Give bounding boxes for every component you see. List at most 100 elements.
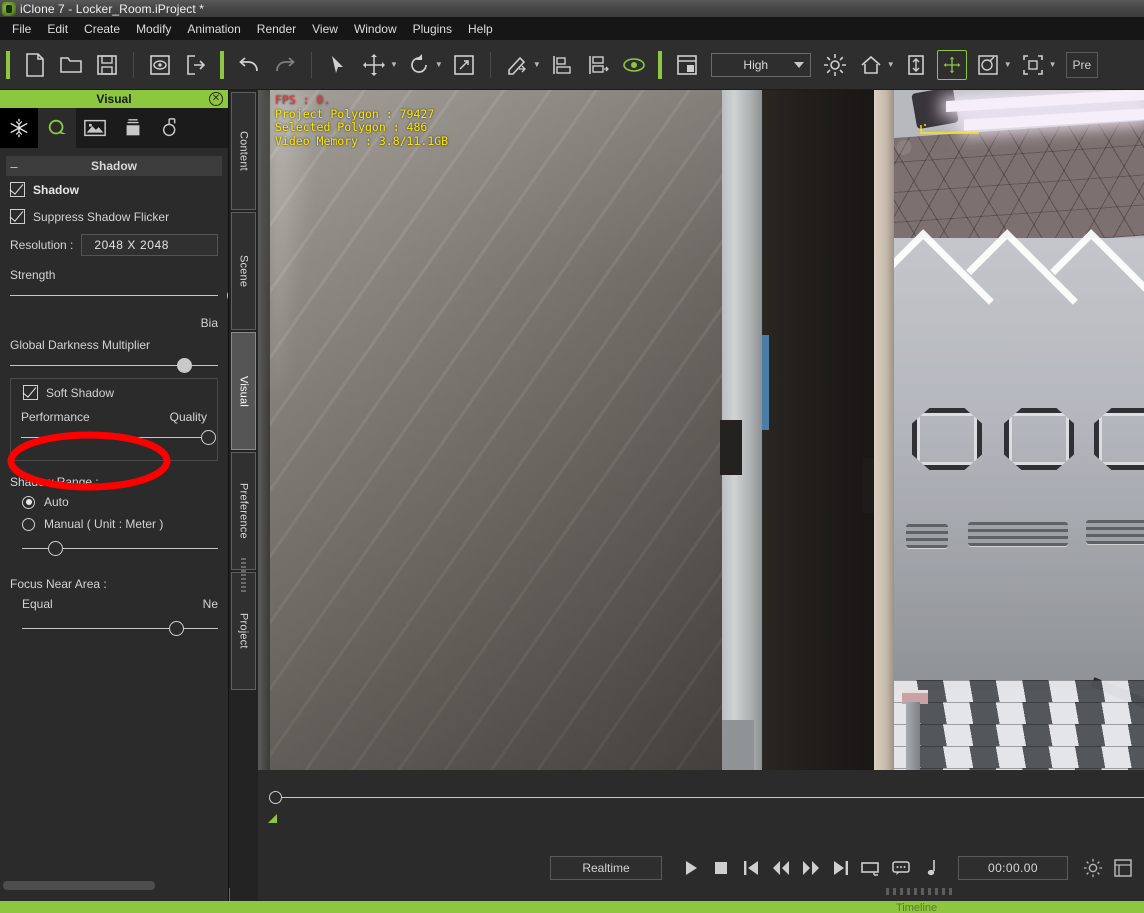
strength-slider[interactable] — [10, 282, 228, 308]
audio-note-button[interactable] — [916, 854, 946, 882]
panel-tab-image[interactable] — [76, 108, 114, 148]
shadow-range-slider[interactable] — [22, 535, 218, 561]
rotate-tool-button[interactable] — [404, 50, 434, 80]
sidebar-tab-scene[interactable]: Scene — [231, 212, 256, 330]
panel-tab-visual[interactable] — [38, 108, 76, 148]
rotate-tool-chevron-down-icon[interactable]: ▼ — [435, 60, 443, 69]
home-view-button[interactable] — [856, 50, 886, 80]
chevron-down-icon[interactable] — [793, 61, 804, 68]
sidebar-tab-content[interactable]: Content — [231, 92, 256, 210]
soft-shadow-row[interactable]: Soft Shadow — [11, 379, 217, 406]
go-to-start-button[interactable] — [736, 854, 766, 882]
shadow-range-auto-row[interactable]: Auto — [0, 491, 228, 513]
panel-resize-grip[interactable] — [241, 558, 246, 592]
timecode-field[interactable]: 00:00.00 — [958, 856, 1068, 880]
scene-light-strip-1 — [946, 90, 1144, 113]
menu-modify[interactable]: Modify — [128, 19, 179, 39]
ground-snap-button[interactable] — [901, 50, 931, 80]
light-sun-button[interactable] — [820, 50, 850, 80]
sidebar-tab-preference[interactable]: Preference — [231, 452, 256, 570]
suppress-shadow-flicker-checkbox[interactable] — [10, 209, 25, 224]
stop-button[interactable] — [706, 854, 736, 882]
paint-brush-button[interactable] — [502, 50, 532, 80]
frame-selection-button[interactable] — [1018, 50, 1048, 80]
shadow-range-auto-radio[interactable] — [22, 495, 35, 509]
menu-help[interactable]: Help — [460, 19, 501, 39]
shadow-range-slider-thumb[interactable] — [48, 541, 63, 556]
suppress-flicker-row[interactable]: Suppress Shadow Flicker — [0, 203, 228, 230]
quality-slider[interactable] — [21, 424, 216, 450]
panel-horizontal-scrollbar[interactable] — [3, 881, 225, 891]
menu-edit[interactable]: Edit — [39, 19, 76, 39]
scene-selection-outline — [920, 124, 979, 134]
preview-label-button[interactable]: Pre — [1065, 51, 1099, 78]
rewind-button[interactable] — [766, 854, 796, 882]
undo-button[interactable] — [234, 50, 264, 80]
resolution-value-field[interactable]: 2048 X 2048 — [81, 234, 218, 256]
visibility-eye-button[interactable] — [619, 50, 649, 80]
select-tool-button[interactable] — [323, 50, 353, 80]
focus-near-area-labels: Equal Ne — [0, 593, 228, 611]
timeline-playhead-thumb[interactable] — [269, 791, 282, 804]
strength-slider-thumb[interactable] — [227, 288, 228, 303]
move-tool-chevron-down-icon[interactable]: ▼ — [390, 60, 398, 69]
minus-icon[interactable]: – — [6, 160, 22, 173]
comment-button[interactable] — [886, 854, 916, 882]
panel-scrollbar-thumb[interactable] — [3, 881, 155, 890]
frame-chevron-down-icon[interactable]: ▼ — [1049, 60, 1057, 69]
3d-viewport[interactable]: FPS : 0. Project Polygon : 79427 Selecte… — [258, 90, 1144, 770]
material-palette-button[interactable] — [973, 50, 1003, 80]
shadow-checkbox-row[interactable]: Shadow — [0, 176, 228, 203]
timeline-track[interactable] — [280, 797, 1144, 798]
timeline-resize-grip[interactable] — [886, 888, 956, 895]
align-step-button[interactable] — [583, 50, 613, 80]
timeline-range-marker[interactable] — [268, 814, 277, 823]
shadow-section-header[interactable]: – Shadow — [6, 156, 222, 176]
fast-forward-button[interactable] — [796, 854, 826, 882]
save-project-button[interactable] — [92, 50, 122, 80]
menu-create[interactable]: Create — [76, 19, 128, 39]
menu-window[interactable]: Window — [346, 19, 405, 39]
shadow-range-manual-radio[interactable] — [22, 517, 35, 531]
playback-mode-button[interactable]: Realtime — [550, 856, 662, 880]
new-project-button[interactable] — [20, 50, 50, 80]
focus-near-area-slider-thumb[interactable] — [169, 621, 184, 636]
export-button[interactable] — [181, 50, 211, 80]
move-tool-button[interactable] — [359, 50, 389, 80]
menu-animation[interactable]: Animation — [179, 19, 248, 39]
global-darkness-slider[interactable] — [10, 352, 218, 378]
loop-range-button[interactable] — [856, 854, 886, 882]
sidebar-tab-visual[interactable]: Visual — [231, 332, 256, 450]
timeline-scrubber-area[interactable] — [258, 770, 1144, 848]
go-to-end-button[interactable] — [826, 854, 856, 882]
open-folder-button[interactable] — [56, 50, 86, 80]
menu-render[interactable]: Render — [249, 19, 304, 39]
menu-view[interactable]: View — [304, 19, 346, 39]
layout-window-button[interactable] — [672, 50, 702, 80]
menu-plugins[interactable]: Plugins — [405, 19, 460, 39]
transform-gizmo-button[interactable] — [936, 49, 967, 80]
play-button[interactable] — [676, 854, 706, 882]
list-panel-button[interactable] — [1108, 854, 1138, 882]
close-circle-icon[interactable]: ✕ — [209, 92, 223, 106]
scale-tool-button[interactable] — [449, 50, 479, 80]
shadow-checkbox[interactable] — [10, 182, 25, 197]
soft-shadow-checkbox[interactable] — [23, 385, 38, 400]
playback-settings-button[interactable] — [1078, 854, 1108, 882]
material-chevron-down-icon[interactable]: ▼ — [1004, 60, 1012, 69]
render-quality-select[interactable]: High — [710, 52, 811, 77]
panel-tab-light-probe[interactable] — [152, 108, 190, 148]
quality-slider-thumb[interactable] — [201, 430, 216, 445]
align-bottom-button[interactable] — [547, 50, 577, 80]
redo-button[interactable] — [270, 50, 300, 80]
preview-render-button[interactable] — [145, 50, 175, 80]
menu-file[interactable]: File — [4, 19, 39, 39]
global-darkness-slider-thumb[interactable] — [177, 358, 192, 373]
panel-tab-box[interactable] — [114, 108, 152, 148]
home-chevron-down-icon[interactable]: ▼ — [887, 60, 895, 69]
focus-near-area-slider[interactable] — [22, 615, 218, 641]
shadow-range-manual-row[interactable]: Manual ( Unit : Meter ) — [0, 513, 228, 535]
paint-tool-chevron-down-icon[interactable]: ▼ — [533, 60, 541, 69]
panel-tab-effects[interactable] — [0, 108, 38, 148]
viewport-scene-render — [258, 90, 1144, 770]
